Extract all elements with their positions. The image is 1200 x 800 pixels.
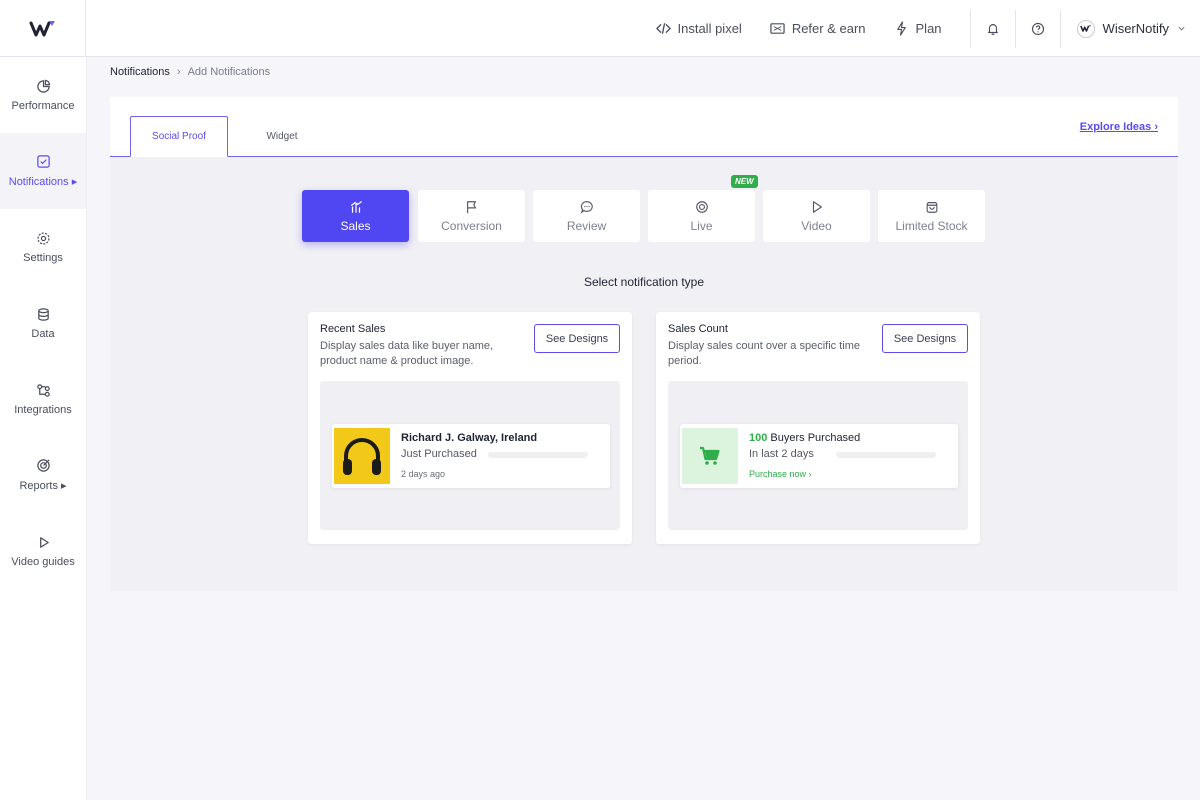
sidebar-item-label: Notifications ▸ <box>8 176 78 188</box>
database-icon <box>37 307 49 321</box>
recent-sales-card[interactable]: Recent Sales Display sales data like buy… <box>308 312 632 544</box>
target-icon <box>36 459 50 472</box>
placeholder-bar <box>488 452 588 458</box>
purchase-now-link: Purchase now › <box>749 469 812 479</box>
category-limited-stock[interactable]: Limited Stock <box>878 190 985 242</box>
tab-social-proof[interactable]: Social Proof <box>130 116 228 157</box>
notification-check-icon <box>36 155 50 168</box>
category-label: Live <box>690 218 713 233</box>
category-conversion[interactable]: Conversion <box>418 190 525 242</box>
cart-thumbnail <box>682 428 738 484</box>
tabs-bar: Social Proof Widget Explore Ideas › <box>110 97 1178 157</box>
new-badge: NEW <box>731 175 758 188</box>
main-panel: Social Proof Widget Explore Ideas › Sale… <box>110 97 1178 591</box>
notification-popup: Richard J. Galway, Ireland Just Purchase… <box>332 424 610 488</box>
shopping-cart-icon <box>700 446 720 465</box>
flag-icon <box>466 200 476 213</box>
sidebar: Performance Notifications ▸ Settings Dat… <box>0 57 87 800</box>
purchase-time: 2 days ago <box>401 469 446 479</box>
account-avatar <box>1076 19 1095 38</box>
sidebar-item-label: Integrations <box>14 403 72 416</box>
help-button[interactable] <box>1016 0 1060 57</box>
category-label: Video <box>801 218 832 233</box>
card-description: Display sales data like buyer name, prod… <box>320 340 494 367</box>
sidebar-item-settings[interactable]: Settings <box>0 209 86 285</box>
refer-earn-label: Refer & earn <box>791 21 866 36</box>
buyer-name: Richard J. Galway, Ireland <box>401 432 538 444</box>
category-label: Conversion <box>441 218 502 233</box>
breadcrumb-separator: › <box>176 66 181 78</box>
buyers-count: 100 <box>749 432 768 444</box>
ticket-icon <box>770 23 785 34</box>
sidebar-item-performance[interactable]: Performance <box>0 57 86 133</box>
plan-link[interactable]: Plan <box>894 21 942 36</box>
app-logo[interactable] <box>0 0 86 57</box>
code-icon <box>655 23 671 34</box>
sidebar-item-integrations[interactable]: Integrations <box>0 361 86 437</box>
sidebar-item-label: Performance <box>11 99 75 112</box>
plan-label: Plan <box>915 21 942 36</box>
notifications-bell-button[interactable] <box>971 0 1015 57</box>
sidebar-item-reports[interactable]: Reports ▸ <box>0 437 86 513</box>
notification-popup: 100 Buyers Purchased In last 2 days Purc… <box>680 424 958 488</box>
account-name: WiserNotify <box>1102 21 1169 36</box>
bag-icon <box>926 201 937 213</box>
category-review[interactable]: Review <box>533 190 640 242</box>
headphones-product-image <box>334 428 390 484</box>
select-notification-type-title: Select notification type <box>583 275 705 289</box>
install-pixel-label: Install pixel <box>677 21 742 36</box>
play-icon <box>39 536 49 548</box>
sidebar-item-label: Video guides <box>11 555 75 568</box>
breadcrumb-notifications[interactable]: Notifications <box>110 66 170 78</box>
sales-count-card[interactable]: Sales Count Display sales count over a s… <box>656 312 980 544</box>
sidebar-item-label: Settings <box>23 251 63 264</box>
purchase-action: Just Purchased <box>401 448 477 460</box>
buyers-text: Buyers Purchased <box>767 432 861 444</box>
notification-preview: 100 Buyers Purchased In last 2 days Purc… <box>668 381 968 530</box>
sales-icon <box>350 200 362 213</box>
category-sales[interactable]: Sales <box>302 190 409 242</box>
time-period: In last 2 days <box>749 448 814 460</box>
see-designs-button[interactable]: See Designs <box>534 324 620 353</box>
account-menu[interactable]: WiserNotify <box>1061 19 1200 38</box>
category-label: Sales <box>340 218 371 233</box>
explore-ideas-link[interactable]: Explore Ideas › <box>1080 121 1158 133</box>
chevron-down-icon <box>1178 26 1185 31</box>
live-icon <box>695 200 708 213</box>
buyers-count-text: 100 Buyers Purchased <box>749 432 860 444</box>
sidebar-item-video-guides[interactable]: Video guides <box>0 513 86 589</box>
integrations-icon <box>36 383 50 397</box>
notification-preview: Richard J. Galway, Ireland Just Purchase… <box>320 381 620 530</box>
sidebar-item-label: Reports ▸ <box>19 480 67 492</box>
sidebar-item-notifications[interactable]: Notifications ▸ <box>0 133 86 209</box>
wisernotify-logo-icon <box>29 20 55 36</box>
bell-icon <box>987 23 998 35</box>
pie-chart-icon <box>36 79 50 93</box>
breadcrumb: Notifications › Add Notifications <box>110 66 270 78</box>
card-title: Recent Sales <box>320 323 386 335</box>
category-label: Limited Stock <box>895 218 968 233</box>
breadcrumb-current: Add Notifications <box>187 66 271 78</box>
help-icon <box>1031 22 1044 35</box>
card-description: Display sales count over a specific time… <box>668 340 860 367</box>
install-pixel-link[interactable]: Install pixel <box>655 21 742 36</box>
tab-widget[interactable]: Widget <box>228 116 336 157</box>
bolt-icon <box>896 21 906 36</box>
play-icon <box>812 200 822 213</box>
gear-icon <box>36 231 50 245</box>
chat-icon <box>580 200 593 214</box>
category-label: Review <box>566 218 607 233</box>
placeholder-bar <box>836 452 936 458</box>
refer-earn-link[interactable]: Refer & earn <box>770 21 866 36</box>
card-title: Sales Count <box>668 323 728 335</box>
see-designs-button[interactable]: See Designs <box>882 324 968 353</box>
category-live[interactable]: Live <box>648 190 755 242</box>
top-bar: Install pixel Refer & earn Plan WiserNot… <box>0 0 1200 57</box>
sidebar-item-label: Data <box>31 327 55 340</box>
sidebar-item-data[interactable]: Data <box>0 285 86 361</box>
category-video[interactable]: Video <box>763 190 870 242</box>
wisernotify-logo-icon <box>1079 25 1091 32</box>
